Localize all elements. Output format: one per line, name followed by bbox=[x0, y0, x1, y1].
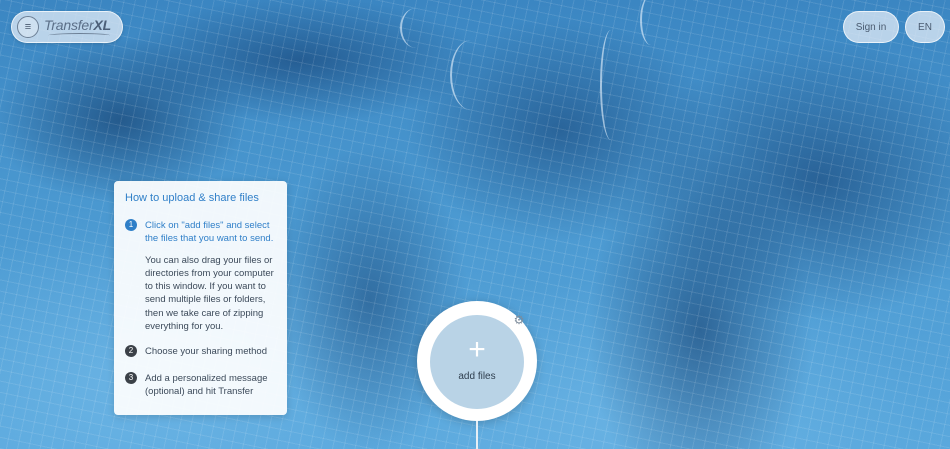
add-files-button[interactable]: + add files bbox=[430, 315, 524, 409]
logo-bar: ≡ TransferXL bbox=[11, 11, 123, 43]
step-2: 2 Choose your sharing method bbox=[125, 345, 280, 358]
step-1: 1 Click on "add files" and select the fi… bbox=[125, 219, 280, 333]
logo-text: Transfer bbox=[44, 17, 94, 33]
language-button[interactable]: EN bbox=[905, 11, 945, 43]
sign-in-button[interactable]: Sign in bbox=[843, 11, 899, 43]
step-number: 3 bbox=[125, 372, 137, 384]
add-files-label: add files bbox=[458, 371, 496, 382]
instructions-panel: How to upload & share files 1 Click on "… bbox=[114, 181, 287, 415]
upload-connector bbox=[476, 421, 478, 449]
logo-text-bold: XL bbox=[93, 17, 112, 33]
step-detail: You can also drag your files or director… bbox=[145, 254, 274, 333]
step-text: Choose your sharing method bbox=[145, 346, 267, 357]
plus-icon: + bbox=[468, 333, 486, 366]
water-reflection bbox=[600, 30, 622, 140]
step-number: 1 bbox=[125, 219, 137, 231]
logo[interactable]: TransferXL bbox=[44, 17, 111, 33]
gear-icon[interactable]: ⚙ bbox=[512, 313, 526, 327]
instructions-title: How to upload & share files bbox=[125, 192, 259, 204]
step-number: 2 bbox=[125, 345, 137, 357]
water-reflection bbox=[450, 40, 492, 110]
step-text: Add a personalized message (optional) an… bbox=[145, 373, 268, 398]
water-reflection bbox=[400, 8, 432, 48]
step-text: Click on "add files" and select the file… bbox=[145, 220, 274, 245]
logo-swoosh bbox=[47, 33, 111, 38]
menu-icon[interactable]: ≡ bbox=[17, 16, 39, 38]
step-3: 3 Add a personalized message (optional) … bbox=[125, 372, 280, 399]
